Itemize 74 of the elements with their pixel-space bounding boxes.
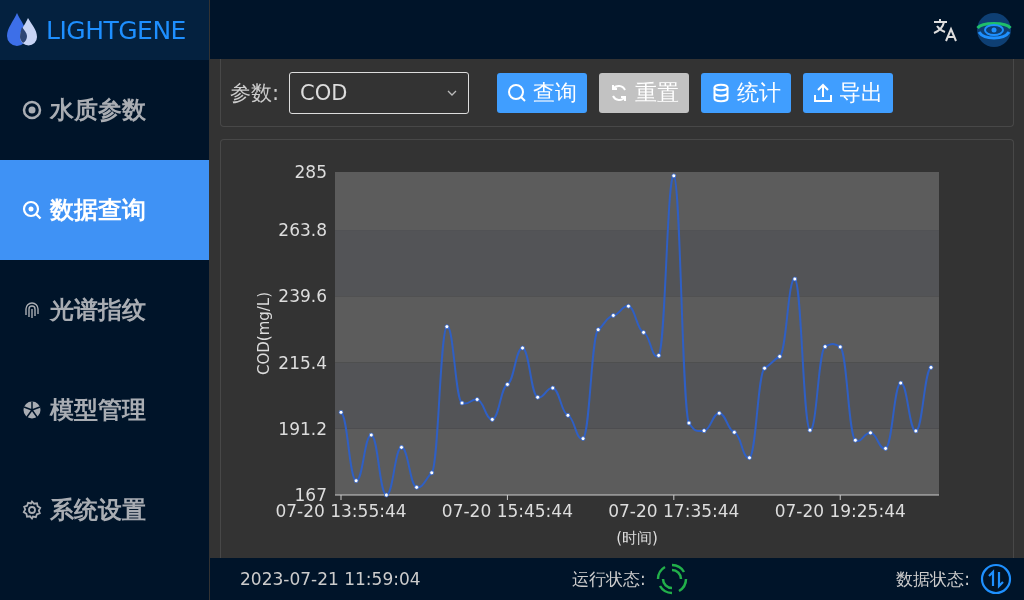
data-point [716, 411, 722, 416]
data-point [580, 436, 586, 442]
shutter-icon [22, 400, 42, 420]
data-point [384, 493, 389, 498]
data-point [399, 445, 404, 451]
data-point [762, 366, 767, 372]
data-point [807, 428, 813, 433]
spinner-ring-icon [655, 563, 688, 596]
data-point [928, 365, 934, 371]
sidebar-item[interactable]: 光谱指纹 [0, 260, 209, 360]
y-tick-label: 263.8 [278, 220, 327, 241]
sidebar-item[interactable]: 系统设置 [0, 460, 209, 560]
data-point [338, 410, 344, 416]
data-point [852, 438, 858, 444]
x-tick-label: 07-20 17:35:44 [608, 501, 740, 522]
data-point [686, 421, 692, 426]
data-point [822, 344, 828, 350]
data-point [565, 413, 571, 419]
parameter-select[interactable]: COD [289, 71, 470, 114]
data-point [898, 381, 904, 386]
data-point [747, 455, 752, 461]
y-tick-label: 191.2 [278, 419, 327, 440]
sidebar-item[interactable]: 模型管理 [0, 360, 209, 460]
data-status-label: 数据状态: [896, 567, 970, 591]
upload-icon [813, 82, 834, 103]
data-point [641, 330, 646, 336]
data-point [429, 470, 435, 476]
x-tick-label: 07-20 13:55:44 [275, 501, 407, 522]
data-point [414, 485, 420, 491]
data-point [595, 327, 601, 333]
run-status-label: 运行状态: [572, 567, 646, 591]
aperture-icon [22, 100, 42, 120]
data-point [731, 430, 737, 436]
data-point [656, 353, 662, 359]
settings-icon [22, 500, 42, 520]
search-icon [507, 82, 528, 103]
data-point [368, 433, 374, 438]
transfer-arrows-icon [980, 563, 1012, 596]
data-point [626, 304, 631, 309]
y-tick-label: 239.6 [278, 286, 327, 307]
caret-icon [446, 88, 459, 97]
x-axis-title: (时间) [616, 529, 658, 548]
y-tick-label: 215.4 [278, 352, 327, 373]
x-tick-label: 07-20 19:25:44 [774, 501, 906, 522]
logo-text: LIGHTGENE [46, 15, 186, 45]
data-point [459, 401, 465, 406]
data-point [837, 344, 843, 350]
database-icon [711, 82, 732, 103]
data-point [444, 324, 450, 330]
data-point [610, 313, 616, 319]
data-point [913, 428, 919, 434]
data-point [792, 277, 798, 282]
data-point [883, 446, 888, 452]
data-point [520, 346, 525, 351]
eye-logo-icon[interactable] [976, 11, 1012, 48]
data-point [535, 395, 541, 401]
fingerprint-icon [22, 300, 42, 320]
data-point [489, 417, 495, 423]
data-point [671, 173, 677, 179]
search-icon [22, 200, 42, 220]
datetime-text: 2023-07-21 11:59:04 [240, 569, 422, 590]
y-tick-label: 285 [294, 162, 327, 183]
data-point [353, 478, 359, 484]
data-point [505, 382, 510, 388]
translate-icon[interactable] [932, 17, 958, 42]
parameter-label: 参数: [230, 79, 280, 107]
y-axis-title: COD(mg/L) [255, 292, 273, 376]
data-point [550, 386, 556, 391]
data-point [474, 397, 480, 403]
x-tick-label: 07-20 15:45:44 [441, 501, 573, 522]
data-point [868, 430, 873, 436]
sidebar-item[interactable]: 水质参数 [0, 60, 209, 160]
data-point [701, 428, 707, 434]
data-point [777, 354, 783, 360]
